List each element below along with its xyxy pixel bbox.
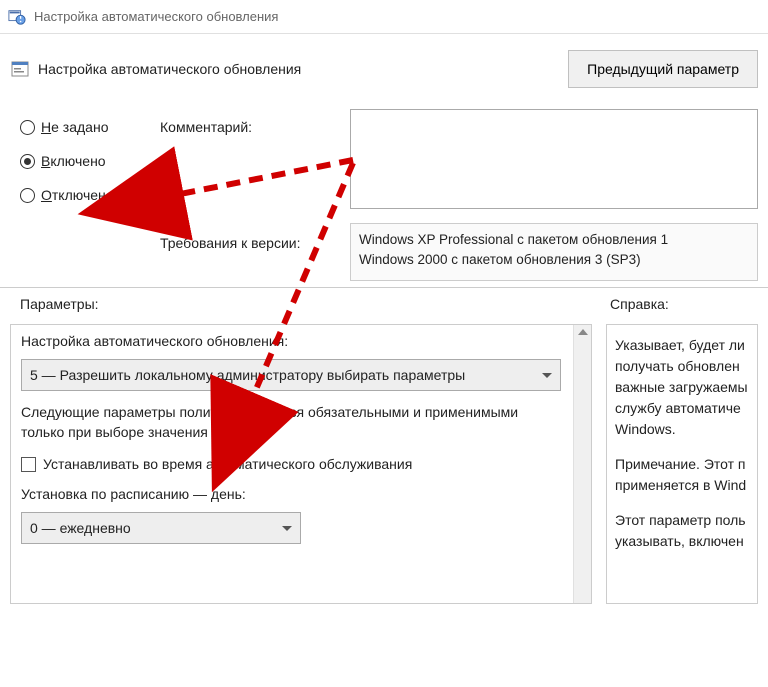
radio-label: Включено [41,153,106,169]
help-panel: Указывает, будет ли получать обновлен ва… [606,324,758,604]
auto-maintenance-checkbox[interactable]: Устанавливать во время автоматического о… [21,456,583,472]
radio-icon [20,188,35,203]
update-config-label: Настройка автоматического обновления: [21,333,583,349]
config-section: Не задано Включено Отключено Комментарий… [0,101,768,288]
parameters-header: Параметры: [20,296,610,312]
requirements-label: Требования к версии: [160,235,350,251]
mode-note: Следующие параметры политики являются об… [21,403,551,442]
comment-input[interactable] [350,109,758,209]
previous-parameter-button[interactable]: Предыдущий параметр [568,50,758,88]
radio-label: Отключено [41,187,114,203]
schedule-day-dropdown[interactable]: 0 — ежедневно [21,512,301,544]
policy-header: Настройка автоматического обновления Пре… [0,34,768,101]
update-mode-dropdown[interactable]: 5 — Разрешить локальному администратору … [21,359,561,391]
scrollbar[interactable] [573,325,591,603]
dropdown-value: 0 — ежедневно [30,520,131,536]
radio-enabled[interactable]: Включено [20,153,160,169]
chevron-down-icon [282,526,292,531]
schedule-day-label: Установка по расписанию — день: [21,486,583,502]
radio-disabled[interactable]: Отключено [20,187,160,203]
state-radios: Не задано Включено Отключено [20,109,160,281]
requirements-box: Windows XP Professional с пакетом обновл… [350,223,758,281]
section-headers: Параметры: Справка: [0,288,768,318]
dropdown-value: 5 — Разрешить локальному администратору … [30,367,465,383]
radio-icon [20,154,35,169]
radio-label: Не задано [41,119,108,135]
help-paragraph: Примечание. Этот п применяется в Wind [615,454,749,496]
help-paragraph: Этот параметр поль указывать, включен [615,510,749,552]
bottom-panels: Настройка автоматического обновления: 5 … [0,318,768,604]
checkbox-label: Устанавливать во время автоматического о… [43,456,412,472]
radio-not-configured[interactable]: Не задано [20,119,160,135]
policy-editor-icon [8,8,26,26]
help-paragraph: Указывает, будет ли получать обновлен ва… [615,335,749,440]
window-title: Настройка автоматического обновления [34,9,278,24]
field-values: Windows XP Professional с пакетом обновл… [350,109,758,281]
comment-label: Комментарий: [160,119,350,135]
radio-icon [20,120,35,135]
policy-item-icon [10,59,30,79]
field-labels: Комментарий: Требования к версии: [160,109,350,281]
titlebar: Настройка автоматического обновления [0,0,768,34]
checkbox-icon [21,457,36,472]
help-header: Справка: [610,296,669,312]
chevron-down-icon [542,373,552,378]
policy-name: Настройка автоматического обновления [38,61,301,77]
parameters-panel: Настройка автоматического обновления: 5 … [10,324,592,604]
